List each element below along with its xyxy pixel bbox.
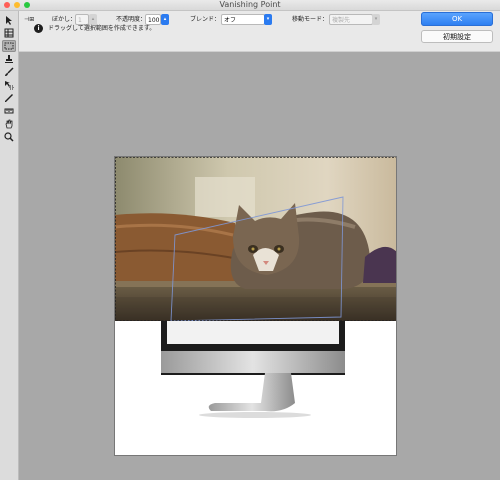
document-image xyxy=(115,157,396,418)
create-plane-tool-icon xyxy=(4,28,14,38)
eyedropper-tool[interactable] xyxy=(2,92,16,104)
measure-tool-icon xyxy=(4,108,14,114)
options-bar: ⊣⊞ ぼかし： 1 ▴ 不透明度： 100 ▴ ブレンド： オフ ▾ 移動モード… xyxy=(0,11,500,52)
marquee-options-icon: ⊣⊞ xyxy=(24,16,35,23)
hint-text: ドラッグして選択範囲を作成できます。 xyxy=(48,25,156,32)
transform-tool[interactable] xyxy=(2,79,16,91)
move-mode-select-arrow-icon[interactable]: ▾ xyxy=(372,14,380,25)
info-icon: i xyxy=(34,24,43,33)
move-mode-label: 移動モード： xyxy=(292,16,329,23)
move-mode-select[interactable]: 複製先 xyxy=(329,14,373,25)
measure-tool[interactable] xyxy=(2,105,16,117)
reset-button[interactable]: 初期設定 xyxy=(421,30,493,43)
create-plane-tool[interactable] xyxy=(2,27,16,39)
title-bar: Vanishing Point xyxy=(0,0,500,11)
window-title: Vanishing Point xyxy=(219,0,281,9)
hand-tool-icon xyxy=(5,119,13,129)
eyedropper-tool-icon xyxy=(5,94,13,102)
stamp-tool-icon xyxy=(5,55,13,63)
stamp-tool[interactable] xyxy=(2,53,16,65)
blend-label: ブレンド： xyxy=(190,16,221,23)
brush-tool-icon xyxy=(5,67,14,76)
marquee-tool[interactable] xyxy=(2,40,16,52)
marquee-tool-icon xyxy=(4,42,14,50)
zoom-tool[interactable] xyxy=(2,131,16,143)
blend-select-arrow-icon[interactable]: ▾ xyxy=(264,14,272,25)
edit-plane-tool-icon xyxy=(6,16,12,25)
opacity-stepper[interactable]: ▴ xyxy=(161,14,169,25)
document-canvas[interactable] xyxy=(114,156,397,456)
brush-tool[interactable] xyxy=(2,66,16,78)
transform-tool-icon xyxy=(5,81,14,90)
tool-panel xyxy=(0,11,19,480)
zoom-tool-icon xyxy=(4,132,14,142)
edit-plane-tool[interactable] xyxy=(2,14,16,26)
ok-button[interactable]: OK xyxy=(421,12,493,26)
blend-select[interactable]: オフ xyxy=(221,14,265,25)
hand-tool[interactable] xyxy=(2,118,16,130)
